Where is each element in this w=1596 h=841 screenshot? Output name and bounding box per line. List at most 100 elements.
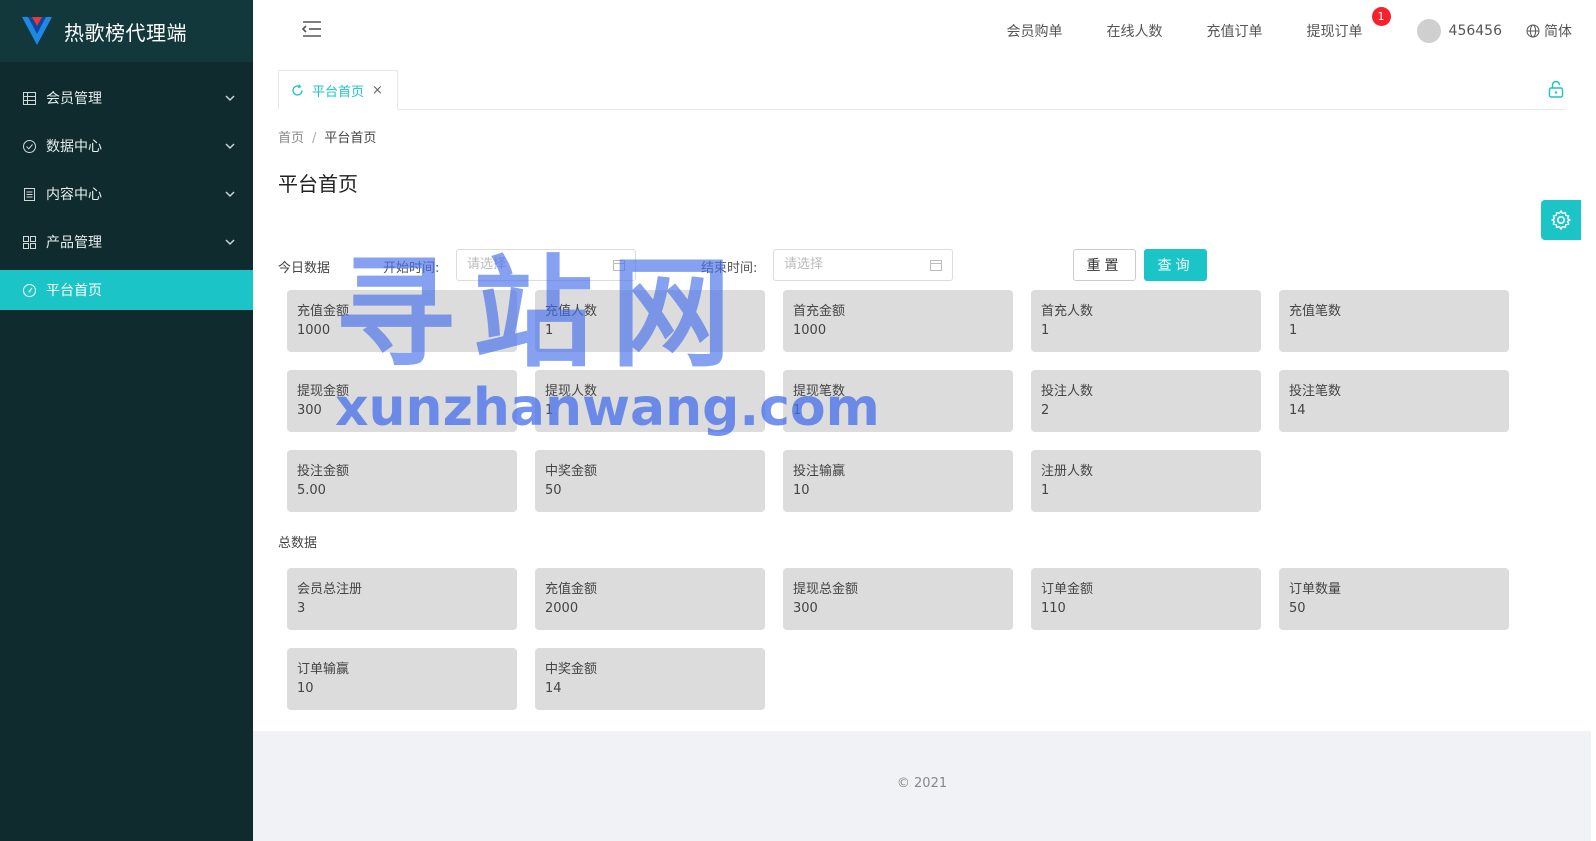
tab-platform-home[interactable]: 平台首页 × — [278, 70, 398, 110]
stat-label: 订单输赢 — [297, 662, 350, 677]
nav-recharge-orders[interactable]: 充值订单 — [1207, 21, 1263, 41]
tab-bar: 平台首页 × — [278, 70, 1566, 110]
start-time-picker[interactable]: 请选择 — [456, 249, 636, 281]
page-title: 平台首页 — [278, 172, 358, 196]
stat-value: 50 — [545, 483, 562, 498]
stat-card: 投注笔数 14 — [1279, 370, 1509, 432]
table-icon — [22, 91, 36, 105]
gear-icon — [1550, 209, 1572, 231]
close-icon[interactable]: × — [372, 83, 383, 98]
stat-value: 300 — [793, 601, 818, 616]
stat-label: 投注金额 — [297, 464, 350, 479]
stat-card: 中奖金额 14 — [535, 648, 765, 710]
username[interactable]: 456456 — [1449, 23, 1502, 39]
stat-value: 3 — [297, 601, 306, 616]
menu-fold-icon[interactable] — [301, 18, 323, 40]
stat-card: 充值金额 1000 — [287, 290, 517, 352]
tab-label: 平台首页 — [312, 84, 365, 100]
reset-button[interactable]: 重置 — [1073, 249, 1136, 281]
stat-label: 投注笔数 — [1289, 384, 1342, 399]
stat-value: 2 — [1041, 403, 1050, 418]
sidebar-item-label: 数据中心 — [46, 139, 102, 155]
breadcrumb-home[interactable]: 首页 — [278, 131, 304, 146]
stat-card: 提现人数 1 — [535, 370, 765, 432]
sidebar-item-content-center[interactable]: 内容中心 — [0, 174, 253, 214]
stat-value: 2000 — [545, 601, 579, 616]
document-icon — [22, 187, 36, 201]
stat-label: 订单金额 — [1041, 582, 1094, 597]
query-button[interactable]: 查询 — [1144, 249, 1207, 281]
stat-value: 1 — [1041, 483, 1050, 498]
chevron-down-icon — [225, 239, 235, 246]
calendar-icon — [930, 260, 942, 271]
stat-card: 会员总注册 3 — [287, 568, 517, 630]
sidebar-item-label: 内容中心 — [46, 187, 102, 203]
copyright: © 2021 — [896, 776, 948, 791]
chevron-down-icon — [225, 95, 235, 102]
chevron-down-icon — [225, 143, 235, 150]
stat-card: 提现金额 300 — [287, 370, 517, 432]
stat-card: 首充人数 1 — [1031, 290, 1261, 352]
language-switch[interactable]: 简体 — [1526, 21, 1572, 41]
nav-member-orders[interactable]: 会员购单 — [1007, 21, 1063, 41]
dashboard-icon — [22, 283, 36, 297]
stat-value: 5.00 — [297, 483, 326, 498]
stat-label: 投注输赢 — [793, 464, 846, 479]
notification-badge: 1 — [1371, 7, 1391, 26]
stat-label: 充值笔数 — [1289, 304, 1342, 319]
nav-withdraw-orders[interactable]: 提现订单 1 — [1306, 7, 1391, 41]
stat-card: 首充金额 1000 — [783, 290, 1013, 352]
stat-label: 充值金额 — [297, 304, 350, 319]
sidebar-item-label: 产品管理 — [46, 235, 102, 251]
sidebar-item-product[interactable]: 产品管理 — [0, 222, 253, 262]
start-time-label: 开始时间: — [383, 261, 440, 276]
globe-icon — [1526, 24, 1540, 38]
chevron-down-icon — [225, 191, 235, 198]
stat-label: 会员总注册 — [297, 582, 363, 597]
nav-online-users[interactable]: 在线人数 — [1107, 21, 1163, 41]
stat-value: 1000 — [297, 323, 331, 338]
breadcrumb: 首页 / 平台首页 — [278, 127, 376, 146]
sidebar-menu: 会员管理 数据中心 内容中心 产品管理 平台首页 — [0, 78, 253, 310]
stat-card: 充值金额 2000 — [535, 568, 765, 630]
stat-card: 订单金额 110 — [1031, 568, 1261, 630]
stat-card: 订单输赢 10 — [287, 648, 517, 710]
vue-logo-icon — [22, 17, 52, 45]
total-data-label: 总数据 — [278, 536, 318, 551]
avatar[interactable] — [1416, 19, 1441, 43]
sidebar-item-data-center[interactable]: 数据中心 — [0, 126, 253, 166]
breadcrumb-separator: / — [312, 131, 317, 146]
stat-value: 14 — [1289, 403, 1306, 418]
nav-withdraw-label: 提现订单 — [1306, 24, 1363, 40]
main-content: 平台首页 × 首页 / 平台首页 平台首页 今日数据 开始时间: 请选择 结束时间:… — [253, 62, 1591, 731]
sidebar-item-label: 会员管理 — [46, 91, 102, 107]
scrollbar-track[interactable] — [1591, 0, 1596, 841]
brand: 热歌榜代理端 — [0, 0, 253, 62]
unlock-icon[interactable] — [1548, 80, 1564, 98]
refresh-icon[interactable] — [291, 84, 304, 97]
end-time-picker[interactable]: 请选择 — [773, 249, 953, 281]
stat-label: 订单数量 — [1289, 582, 1342, 597]
stat-value: 10 — [793, 483, 810, 498]
today-data-label: 今日数据 — [278, 261, 331, 276]
stat-value: 1 — [545, 403, 554, 418]
footer: © 2021 — [253, 731, 1591, 826]
app-title: 热歌榜代理端 — [64, 20, 187, 45]
stat-card: 投注输赢 10 — [783, 450, 1013, 512]
stat-value: 1000 — [793, 323, 827, 338]
settings-button[interactable] — [1541, 200, 1581, 240]
stat-card: 提现总金额 300 — [783, 568, 1013, 630]
sidebar: 热歌榜代理端 会员管理 数据中心 内容中心 产品管理 平台首页 — [0, 0, 253, 841]
end-time-label: 结束时间: — [701, 261, 758, 276]
sidebar-item-member[interactable]: 会员管理 — [0, 78, 253, 118]
stat-value: 1 — [1041, 323, 1050, 338]
sidebar-item-platform-home[interactable]: 平台首页 — [0, 270, 253, 310]
stat-value: 1 — [793, 403, 802, 418]
calendar-icon — [613, 260, 625, 271]
stat-label: 提现金额 — [297, 384, 350, 399]
stat-label: 提现总金额 — [793, 582, 859, 597]
filter-bar: 今日数据 开始时间: 请选择 结束时间: 请选择 重置 查询 — [278, 249, 1578, 281]
stat-value: 110 — [1041, 601, 1066, 616]
stat-label: 充值金额 — [545, 582, 598, 597]
stat-label: 注册人数 — [1041, 464, 1094, 479]
